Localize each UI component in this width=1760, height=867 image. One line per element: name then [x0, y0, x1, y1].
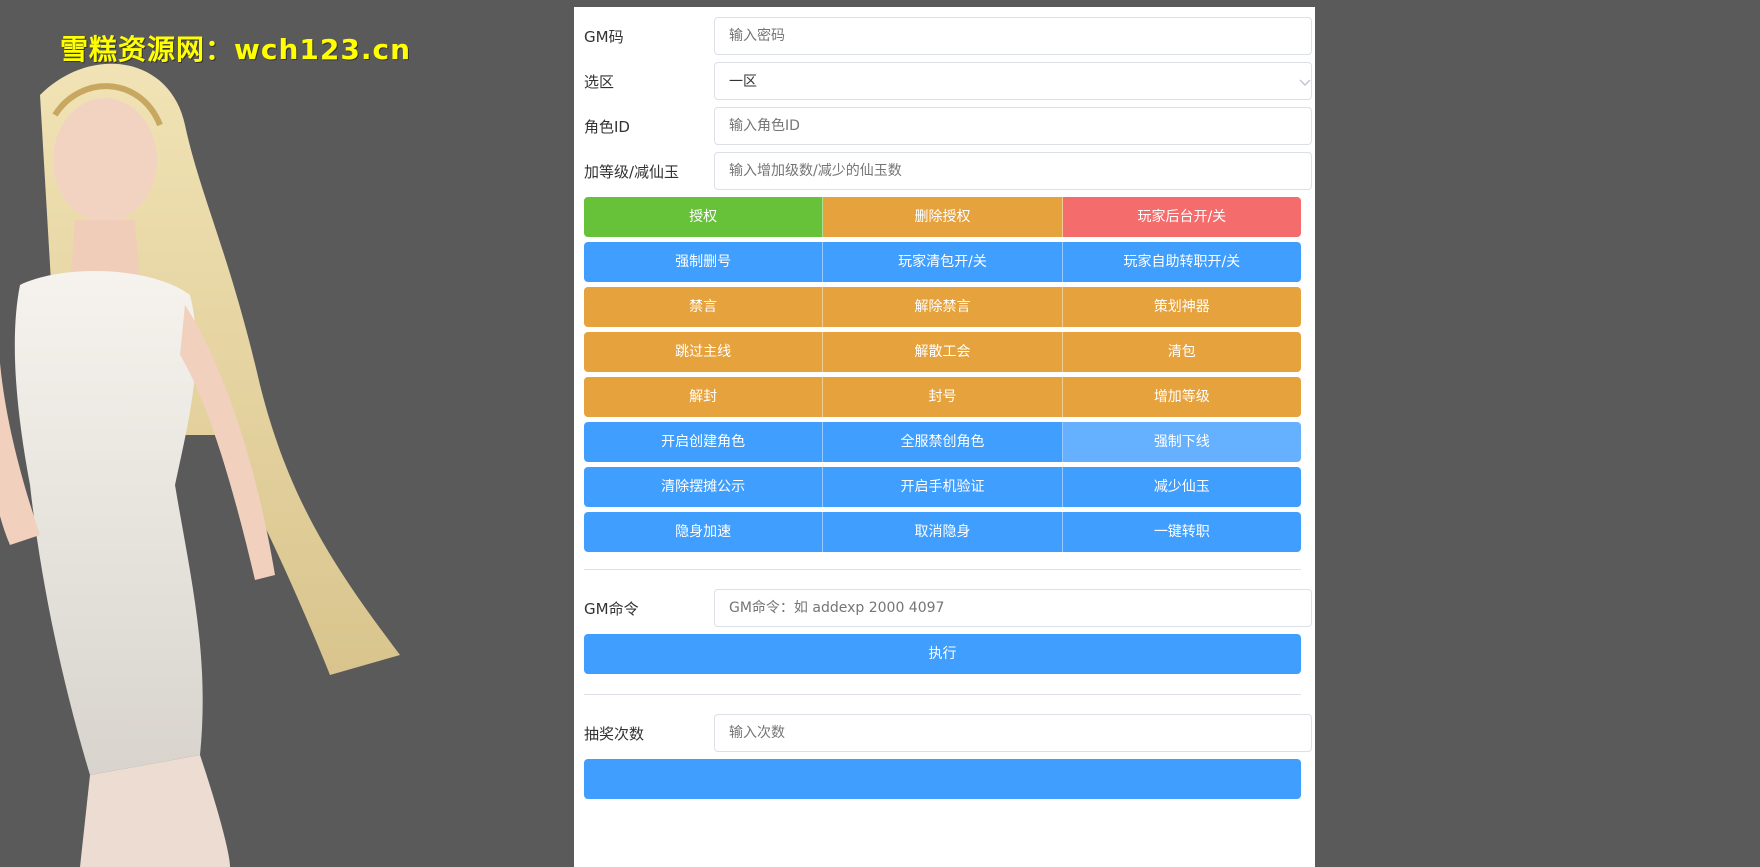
unban-button[interactable]: 解封 — [584, 377, 824, 417]
force-delete-account-button[interactable]: 强制删号 — [584, 242, 824, 282]
execute-button[interactable]: 执行 — [584, 634, 1301, 674]
gm-command-row: GM命令 — [584, 589, 1312, 629]
cancel-stealth-button[interactable]: 取消隐身 — [823, 512, 1063, 552]
zone-select[interactable]: 一区 — [714, 62, 1312, 100]
role-id-input[interactable] — [714, 107, 1312, 145]
gm-command-label: GM命令 — [584, 600, 639, 618]
button-row-3: 禁言 解除禁言 策划神器 — [584, 287, 1301, 327]
dissolve-guild-button[interactable]: 解散工会 — [823, 332, 1063, 372]
zone-row: 选区 一区 — [584, 62, 1312, 102]
zone-label: 选区 — [584, 73, 615, 91]
gm-code-input[interactable] — [714, 17, 1312, 55]
remove-authorization-button[interactable]: 删除授权 — [823, 197, 1063, 237]
button-row-4: 跳过主线 解散工会 清包 — [584, 332, 1301, 372]
character-illustration — [0, 63, 400, 867]
button-row-8: 隐身加速 取消隐身 一键转职 — [584, 512, 1301, 552]
ban-account-button[interactable]: 封号 — [823, 377, 1063, 417]
one-click-transfer-button[interactable]: 一键转职 — [1062, 512, 1301, 552]
button-row-6: 开启创建角色 全服禁创角色 强制下线 — [584, 422, 1301, 462]
button-row-7: 清除摆摊公示 开启手机验证 减少仙玉 — [584, 467, 1301, 507]
gm-panel: GM码 选区 一区 角色ID 加等级/减仙玉 授权 删除授权 玩家后台开/关 强… — [574, 7, 1315, 867]
authorize-button[interactable]: 授权 — [584, 197, 824, 237]
chevron-down-icon — [1299, 79, 1311, 86]
gm-command-input[interactable] — [714, 589, 1312, 627]
unmute-button[interactable]: 解除禁言 — [823, 287, 1063, 327]
mute-button[interactable]: 禁言 — [584, 287, 824, 327]
lottery-row: 抽奖次数 — [584, 714, 1312, 754]
button-row-1: 授权 删除授权 玩家后台开/关 — [584, 197, 1301, 237]
lottery-count-input[interactable] — [714, 714, 1312, 752]
skip-main-quest-button[interactable]: 跳过主线 — [584, 332, 824, 372]
level-row: 加等级/减仙玉 — [584, 152, 1312, 192]
gm-code-label: GM码 — [584, 28, 624, 46]
disable-create-character-button[interactable]: 全服禁创角色 — [823, 422, 1063, 462]
role-id-label: 角色ID — [584, 118, 630, 136]
enable-phone-verify-button[interactable]: 开启手机验证 — [823, 467, 1063, 507]
section-divider — [584, 569, 1301, 570]
zone-select-value: 一区 — [729, 74, 757, 90]
player-backend-toggle-button[interactable]: 玩家后台开/关 — [1062, 197, 1301, 237]
lottery-count-label: 抽奖次数 — [584, 725, 645, 743]
designer-artifact-button[interactable]: 策划神器 — [1062, 287, 1301, 327]
clear-bag-button[interactable]: 清包 — [1062, 332, 1301, 372]
level-input[interactable] — [714, 152, 1312, 190]
button-row-5: 解封 封号 增加等级 — [584, 377, 1301, 417]
force-offline-button[interactable]: 强制下线 — [1062, 422, 1301, 462]
clear-stall-notice-button[interactable]: 清除摆摊公示 — [584, 467, 824, 507]
button-row-2: 强制删号 玩家清包开/关 玩家自助转职开/关 — [584, 242, 1301, 282]
player-self-transfer-toggle-button[interactable]: 玩家自助转职开/关 — [1062, 242, 1301, 282]
player-clear-bag-toggle-button[interactable]: 玩家清包开/关 — [823, 242, 1063, 282]
gm-code-row: GM码 — [584, 17, 1312, 57]
reduce-jade-button[interactable]: 减少仙玉 — [1062, 467, 1301, 507]
stealth-speed-button[interactable]: 隐身加速 — [584, 512, 824, 552]
role-id-row: 角色ID — [584, 107, 1312, 147]
lottery-button[interactable] — [584, 759, 1301, 799]
increase-level-button[interactable]: 增加等级 — [1062, 377, 1301, 417]
section-divider-2 — [584, 694, 1301, 695]
enable-create-character-button[interactable]: 开启创建角色 — [584, 422, 824, 462]
level-label: 加等级/减仙玉 — [584, 163, 680, 181]
